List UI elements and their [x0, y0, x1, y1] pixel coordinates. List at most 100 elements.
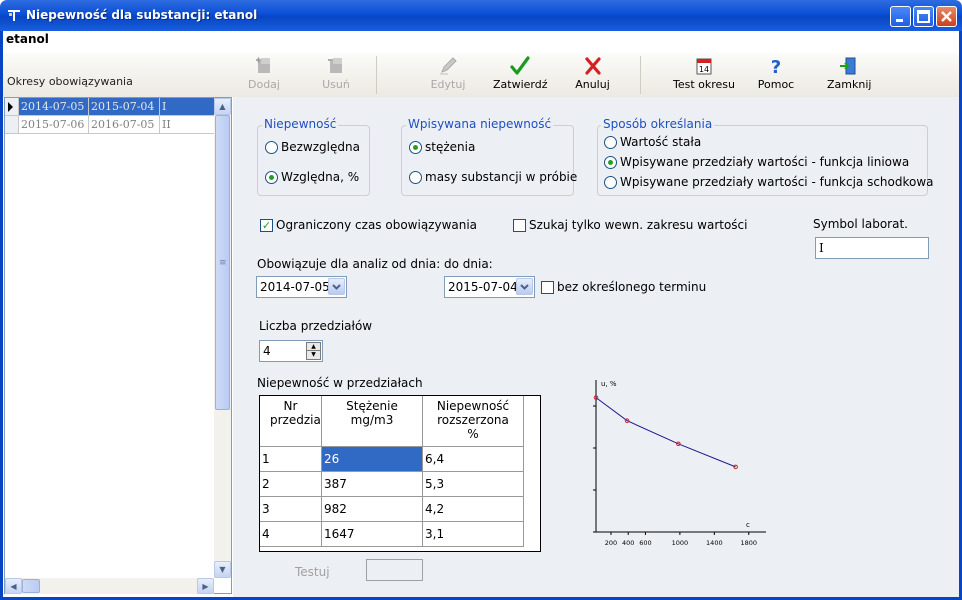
valid-to-dropdown[interactable]	[516, 278, 533, 295]
test-button[interactable]: Testuj	[295, 565, 330, 579]
internal-range-label[interactable]: Szukaj tylko wewn. zakresu wartości	[529, 218, 747, 232]
test-result-field[interactable]	[366, 559, 423, 581]
relative-radio-label[interactable]: Względna, %	[281, 170, 359, 184]
window-frame-left	[0, 31, 3, 600]
linear-radio-label[interactable]: Wpisywane przedziały wartości - funkcja …	[620, 155, 909, 169]
constant-radio-label[interactable]: Wartość stała	[620, 135, 701, 149]
step-radio-label[interactable]: Wpisywane przedziały wartości - funkcja …	[620, 175, 934, 189]
test-period-label: Test okresu	[672, 78, 735, 91]
valid-to-label: do dnia:	[444, 257, 493, 271]
constant-radio[interactable]	[604, 136, 617, 149]
concentration-radio-label[interactable]: stężenia	[425, 140, 475, 154]
cell-uncertainty[interactable]: 6,4	[423, 447, 524, 472]
intervals-count-stepper[interactable]: ▲ ▼	[306, 342, 321, 360]
x-axis-label: c	[746, 521, 750, 529]
method-group-label: Sposób określania	[601, 117, 715, 131]
grip-icon: ≡	[219, 258, 227, 268]
periods-grid: 2014-07-05 2015-07-04 I 2015-07-06 2016-…	[4, 97, 232, 594]
stepper-up-button[interactable]: ▲	[306, 342, 321, 351]
header-nr: Nr przedziału	[260, 396, 322, 447]
row-indicator	[5, 98, 19, 116]
svg-text:14: 14	[699, 65, 709, 74]
linear-radio[interactable]	[604, 156, 617, 169]
delete-label: Usuń	[322, 78, 350, 91]
scroll-right-button[interactable]: ▶	[197, 578, 214, 594]
step-radio[interactable]	[604, 176, 617, 189]
lab-symbol-input[interactable]: I	[815, 237, 929, 259]
test-period-button[interactable]: 14 Test okresu	[671, 56, 737, 91]
current-row-arrow-icon	[8, 102, 13, 112]
cancel-label: Anuluj	[575, 78, 610, 91]
x-tick-label: 1000	[672, 539, 689, 547]
uncertainty-chart: u, % c 0246 200400600100014001800	[593, 380, 766, 547]
add-button[interactable]: Dodaj	[246, 56, 282, 91]
relative-radio[interactable]	[265, 171, 278, 184]
scroll-up-button[interactable]: ▲	[214, 98, 231, 115]
minimize-button[interactable]	[890, 6, 911, 27]
substance-name: etanol	[6, 32, 49, 46]
no-term-checkbox[interactable]	[541, 281, 554, 294]
cell-nr: 1	[260, 447, 322, 472]
cell-uncertainty[interactable]: 4,2	[423, 497, 524, 522]
maximize-icon	[917, 10, 930, 23]
cell-uncertainty[interactable]: 3,1	[423, 522, 524, 547]
cell-concentration[interactable]: 26	[322, 447, 423, 472]
cell-concentration[interactable]: 982	[322, 497, 423, 522]
help-icon: ?	[771, 57, 781, 76]
close-button[interactable]: Zamknij	[827, 56, 872, 91]
scroll-left-button[interactable]: ◀	[5, 578, 22, 594]
intervals-table-label: Niepewność w przedziałach	[257, 376, 423, 390]
toolbar	[3, 53, 959, 97]
cancel-button[interactable]: Anuluj	[575, 56, 610, 91]
chevron-down-icon	[520, 284, 529, 290]
no-term-label[interactable]: bez określonego terminu	[557, 280, 706, 294]
entered-uncertainty-group-label: Wpisywana niepewność	[406, 117, 554, 131]
intervals-table: Nr przedziału Stężenie mg/m3 Niepewność …	[259, 395, 541, 552]
cell-concentration[interactable]: 387	[322, 472, 423, 497]
table-row[interactable]: 2015-07-06 2016-07-05 II	[5, 116, 215, 134]
mass-radio[interactable]	[409, 171, 422, 184]
confirm-label: Zatwierdź	[493, 78, 548, 91]
close-window-button[interactable]	[936, 6, 957, 27]
pencil-icon	[440, 57, 457, 75]
scroll-down-button[interactable]: ▼	[214, 561, 231, 578]
add-label: Dodaj	[248, 78, 280, 91]
app-icon	[6, 7, 22, 23]
close-label: Zamknij	[827, 78, 872, 91]
minimize-icon	[896, 19, 903, 22]
maximize-button[interactable]	[913, 6, 934, 27]
confirm-button[interactable]: Zatwierdź	[493, 56, 548, 91]
add-icon	[256, 57, 270, 73]
valid-from-dropdown[interactable]	[328, 278, 345, 295]
help-label: Pomoc	[757, 78, 795, 91]
help-button[interactable]: ? Pomoc	[757, 56, 795, 91]
concentration-radio[interactable]	[409, 141, 422, 154]
limited-time-label[interactable]: Ograniczony czas obowiązywania	[276, 218, 477, 232]
valid-from-label: Obowiązuje dla analiz od dnia:	[257, 257, 441, 271]
internal-range-checkbox[interactable]	[513, 219, 526, 232]
periods-label: Okresy obowiązywania	[7, 75, 133, 88]
x-tick-label: 600	[639, 539, 651, 547]
absolute-radio-label[interactable]: Bezwzględna	[281, 140, 360, 154]
delete-icon	[328, 58, 342, 73]
absolute-radio[interactable]	[265, 141, 278, 154]
x-tick-label: 200	[605, 539, 617, 547]
cell-concentration[interactable]: 1647	[322, 522, 423, 547]
red-x-icon	[584, 57, 601, 75]
mass-radio-label[interactable]: masy substancji w próbie	[425, 170, 577, 184]
toolbar-separator	[640, 56, 641, 94]
table-row[interactable]: 2014-07-05 2015-07-04 I	[5, 98, 215, 116]
cell-uncertainty[interactable]: 5,3	[423, 472, 524, 497]
limited-time-checkbox[interactable]: ✓	[260, 219, 273, 232]
y-axis-label: u, %	[601, 380, 617, 388]
cell-nr: 4	[260, 522, 322, 547]
edit-button[interactable]: Edytuj	[428, 56, 468, 91]
checkmark-icon	[510, 56, 530, 75]
title-bar[interactable]: Niepewność dla substancji: etanol	[0, 0, 962, 31]
cell-nr: 2	[260, 472, 322, 497]
header-uncertainty: Niepewność rozszerzona %	[423, 396, 524, 447]
stepper-down-button[interactable]: ▼	[306, 351, 321, 360]
horizontal-scroll-thumb[interactable]	[22, 579, 40, 593]
x-tick-label: 1800	[741, 539, 758, 547]
delete-button[interactable]: Usuń	[319, 56, 353, 91]
